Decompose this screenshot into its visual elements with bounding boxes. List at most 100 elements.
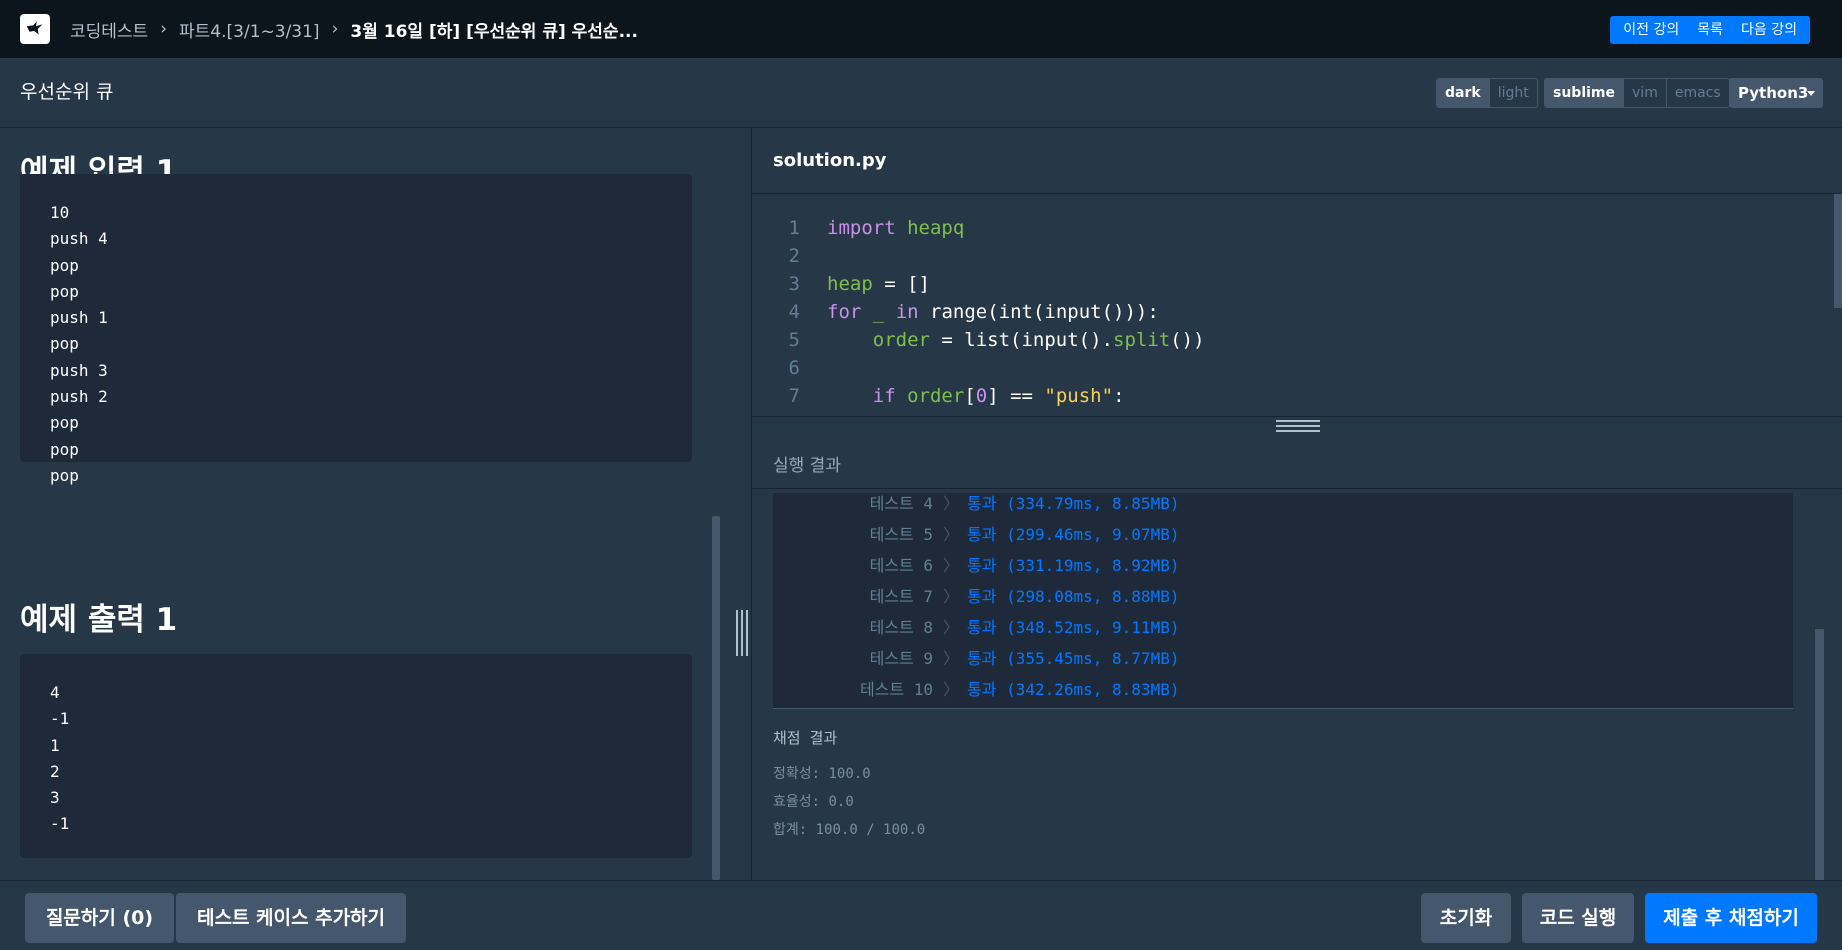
run-code-button[interactable]: 코드 실행 [1522,893,1634,943]
test-name: 테스트 8 [869,618,933,637]
test-name: 테스트 10 [859,680,933,699]
code-text: for _ in range(int(input())): [827,301,1159,323]
grading-summary-title: 채점 결과 [773,729,838,747]
input-line: pop [50,439,79,459]
test-name: 테스트 7 [869,587,933,606]
breadcrumb: 코딩테스트 › 파트4.[3/1~3/31] › 3월 16일 [하] [우선순… [70,0,638,58]
code-line: 7 if order[0] == "push": [752,382,1832,410]
prev-lecture-button[interactable]: 이전 강의 [1614,16,1688,44]
chevron-right-icon: 〉 [943,649,960,668]
test-result-row: 테스트 6 〉 통과 (331.19ms, 8.92MB) [773,550,1793,581]
test-result-text: 통과 (334.79ms, 8.85MB) [967,494,1180,513]
theme-light-option[interactable]: light [1490,79,1537,107]
code-line: 2 [752,242,1832,270]
code-text: heap = [] [827,273,930,295]
test-name: 테스트 4 [869,494,933,513]
accuracy-score: 정확성: 100.0 [773,766,871,782]
resize-grip-line [746,610,748,656]
lesson-header: 우선순위 큐 dark light sublime vim emacs Pyth… [0,58,1842,128]
add-testcase-button[interactable]: 테스트 케이스 추가하기 [176,893,406,943]
code-text: if order[0] == "push": [872,385,1125,407]
submit-button[interactable]: 제출 후 채점하기 [1645,893,1817,943]
example-output-heading: 예제 출력 1 [20,602,178,638]
test-result-row: 테스트 7 〉 통과 (298.08ms, 8.88MB) [773,581,1793,612]
top-navigation-bar: 코딩테스트 › 파트4.[3/1~3/31] › 3월 16일 [하] [우선순… [0,0,1842,58]
test-result-text: 통과 (299.46ms, 9.07MB) [967,525,1180,544]
problem-scrollbar[interactable] [712,516,720,880]
breadcrumb-part4[interactable]: 파트4.[3/1~3/31] [179,17,320,42]
line-number: 6 [788,357,800,379]
chevron-right-icon: › [331,19,339,39]
next-lecture-button[interactable]: 다음 강의 [1732,16,1806,44]
output-line: -1 [50,709,70,729]
output-line: 2 [50,761,60,781]
line-number: 3 [788,273,800,295]
theme-toggle: dark light [1436,78,1538,108]
example-output-box: 4 -1 1 2 3 -1 [20,654,692,858]
breadcrumb-coding-test[interactable]: 코딩테스트 [70,17,148,42]
test-name: 테스트 5 [869,525,933,544]
hummingbird-logo-icon[interactable] [20,14,50,44]
result-title: 실행 결과 [773,456,841,476]
chevron-right-icon: 〉 [943,525,960,544]
test-result-row: 테스트 5 〉 통과 (299.46ms, 9.07MB) [773,519,1793,550]
test-results-list: 테스트 4 〉 통과 (334.79ms, 8.85MB) 테스트 5 〉 통과… [773,493,1793,709]
input-line: pop [50,281,79,301]
theme-dark-option[interactable]: dark [1437,79,1490,107]
example-input-box: 10 push 4 pop pop push 1 pop push 3 push… [20,174,692,485]
chevron-right-icon: 〉 [943,494,960,513]
language-select-value: Python3 [1738,84,1809,102]
output-line: 4 [50,683,60,702]
code-editor[interactable]: 1 import heapq 2 3 heap = [] 4 for _ in … [752,194,1842,416]
test-result-row: 테스트 8 〉 통과 (348.52ms, 9.11MB) [773,612,1793,643]
line-number: 2 [788,245,800,267]
breadcrumb-current-lesson: 3월 16일 [하] [우선순위 큐] 우선순... [350,21,638,42]
language-select[interactable]: Python3 [1729,78,1823,108]
editor-scrollbar[interactable] [1834,194,1842,308]
reset-button[interactable]: 초기화 [1421,893,1511,943]
line-number: 4 [788,301,800,323]
total-score: 합계: 100.0 / 100.0 [773,822,926,838]
chevron-right-icon: › [160,19,168,39]
pane-resize-handle[interactable] [736,610,748,656]
input-line: push 3 [50,360,108,380]
grading-summary: 채점 결과 정확성: 100.0 효율성: 0.0 합계: 100.0 / 10… [773,727,925,844]
caret-down-icon [1807,91,1815,96]
keymap-sublime-option[interactable]: sublime [1545,79,1625,107]
list-button[interactable]: 목록 [1688,16,1732,44]
code-line: 6 [752,354,1832,382]
keymap-toggle: sublime vim emacs [1544,78,1730,108]
code-text: order = list(input().split()) [872,329,1205,351]
input-line: pop [50,334,79,354]
resize-grip-line [736,610,738,656]
editor-pane: solution.py 1 import heapq 2 3 heap = []… [751,128,1842,880]
test-result-row: 테스트 9 〉 통과 (355.45ms, 8.77MB) [773,643,1793,674]
test-name: 테스트 9 [869,649,933,668]
chevron-right-icon: 〉 [943,680,960,699]
code-line: 1 import heapq [752,214,1832,242]
output-line: -1 [50,814,70,834]
output-line: 1 [50,735,60,755]
test-result-row: 테스트 10 〉 통과 (342.26ms, 8.83MB) [773,674,1793,705]
lecture-nav-group: 이전 강의 목록 다음 강의 [1610,16,1810,44]
file-tab: solution.py [752,128,1842,194]
keymap-vim-option[interactable]: vim [1624,79,1667,107]
logo-glyph [26,21,43,35]
chevron-right-icon: 〉 [943,618,960,637]
result-panel[interactable]: 테스트 4 〉 통과 (334.79ms, 8.85MB) 테스트 5 〉 통과… [752,488,1842,880]
footer-toolbar: 질문하기 (0) 테스트 케이스 추가하기 초기화 코드 실행 제출 후 채점하… [0,880,1842,950]
keymap-emacs-option[interactable]: emacs [1667,79,1729,107]
code-line: 4 for _ in range(int(input())): [752,298,1832,326]
code-line: 3 heap = [] [752,270,1832,298]
input-line: pop [50,255,79,275]
test-result-text: 통과 (298.08ms, 8.88MB) [967,587,1180,606]
problem-pane[interactable]: 예제 입력 1 10 push 4 pop pop push 1 pop pus… [0,128,750,880]
file-name: solution.py [773,150,887,171]
ask-question-button[interactable]: 질문하기 (0) [25,893,174,943]
efficiency-score: 효율성: 0.0 [773,794,854,810]
resize-grip-line [741,610,743,656]
line-number: 7 [788,385,800,407]
result-scrollbar[interactable] [1815,629,1824,880]
code-text: import heapq [827,217,965,239]
input-line: pop [50,465,79,485]
